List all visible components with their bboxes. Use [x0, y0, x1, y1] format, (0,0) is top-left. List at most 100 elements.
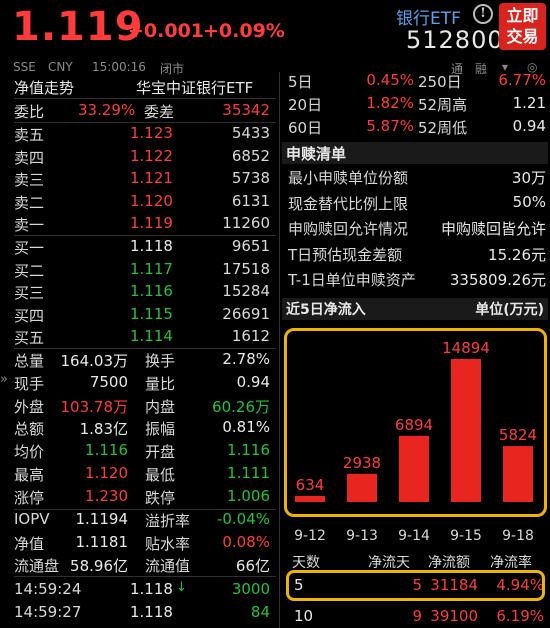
order-book-row[interactable]: 买二 1.117 17518 — [14, 259, 276, 281]
subscribe-label: 现金替代比例上限 — [288, 194, 409, 213]
subscribe-row: T-1日单位申赎资产 335809.26元 — [288, 268, 546, 290]
divider — [14, 98, 276, 99]
stat-value: 1.116 — [227, 441, 270, 460]
order-book-row[interactable]: 买三 1.116 15284 — [14, 281, 276, 303]
level-volume: 6131 — [231, 191, 270, 210]
x-tick-label: 9-18 — [502, 528, 534, 544]
col-days: 天数 — [292, 555, 320, 571]
nav-trend-tab[interactable]: 净值走势 — [14, 77, 74, 98]
stat-value: 1.230 — [85, 486, 128, 505]
stat-label: 跌停 — [145, 488, 176, 507]
stat-row: 均价 1.116 开盘 1.116 — [14, 440, 276, 462]
level-label: 卖一 — [14, 216, 45, 235]
level-price: 1.117 — [130, 259, 173, 278]
x-tick-label: 9-15 — [450, 528, 482, 544]
stat-value: 0.81% — [222, 418, 270, 437]
inflow-bar[interactable] — [451, 359, 481, 502]
order-book-row[interactable]: 卖二 1.120 6131 — [14, 191, 276, 213]
level-volume: 5433 — [231, 124, 270, 142]
subscribe-row: 最小申赎单位份额 30万 — [288, 166, 546, 188]
level-price: 1.123 — [130, 124, 173, 142]
perf-value: 0.94 — [512, 117, 546, 135]
subscribe-value: 申购赎回皆允许 — [440, 220, 546, 239]
trade-button-line1: 立即 — [506, 6, 539, 25]
inflow-bar[interactable] — [503, 446, 533, 502]
stat-label: 振幅 — [145, 420, 176, 439]
tick-row: 14:59:24 1.118 ↓ 3000 — [14, 579, 276, 601]
stat-label: 贴水率 — [145, 534, 191, 553]
order-book-row[interactable]: 卖三 1.121 5738 — [14, 168, 276, 190]
stat-value: 0.08% — [222, 532, 270, 551]
subscribe-label: T-1日单位申赎资产 — [288, 271, 416, 290]
info-icon[interactable]: ! — [473, 4, 493, 24]
stat-value: 1.1194 — [75, 510, 129, 528]
inflow-data-label: 634 — [296, 476, 325, 494]
flow-table-row[interactable]: 10 9 39100 6.19% — [282, 606, 548, 628]
order-book-row[interactable]: 买五 1.114 1612 — [14, 326, 276, 348]
trade-button-line2: 交易 — [506, 27, 539, 46]
panel-divider — [279, 72, 280, 628]
stat-label: 最高 — [14, 466, 45, 484]
stat-row: IOPV 1.1194 溢折率 -0.04% — [14, 509, 276, 531]
level-volume: 5738 — [231, 169, 270, 188]
stat-label: 最低 — [145, 466, 176, 484]
order-book-row[interactable]: 卖一 1.119 11260 — [14, 213, 276, 235]
perf-label: 5日 — [288, 73, 313, 91]
inflow-bar[interactable] — [347, 473, 377, 502]
tick-time: 14:59:24 — [14, 580, 82, 598]
level-volume: 17518 — [222, 259, 270, 278]
subscribe-value: 50% — [512, 192, 546, 211]
stat-value: 66亿 — [235, 557, 270, 575]
level-price: 1.116 — [130, 282, 173, 301]
inflow-data-label: 14894 — [442, 339, 490, 357]
stat-value: 1.83亿 — [79, 420, 128, 439]
stat-value: 60.26万 — [212, 397, 270, 416]
order-book-row[interactable]: 卖四 1.122 6852 — [14, 146, 276, 168]
stat-value: 103.78万 — [60, 397, 129, 416]
security-code: 512800 — [406, 26, 504, 54]
stat-value: 2.78% — [222, 350, 270, 368]
trade-now-button[interactable]: 立即 交易 — [499, 3, 546, 50]
subscribe-label: T日预估现金差额 — [288, 245, 403, 264]
stat-value: 164.03万 — [60, 352, 129, 370]
stat-value: 0.94 — [236, 372, 270, 391]
inflow-bar[interactable] — [295, 495, 325, 502]
stat-row: 总额 1.83亿 振幅 0.81% — [14, 417, 276, 439]
order-book-row[interactable]: 买一 1.118 9651 — [14, 236, 276, 258]
level-price: 1.122 — [130, 146, 173, 165]
level-volume: 26691 — [222, 304, 270, 323]
inflow-bar[interactable] — [399, 435, 429, 502]
order-book-row[interactable]: 卖五 1.123 5433 — [14, 123, 276, 145]
stat-label: 流通值 — [145, 557, 191, 575]
stat-label: 涨停 — [14, 488, 45, 507]
exchange-label: SSE — [13, 60, 36, 74]
perf-label: 52周低 — [418, 119, 468, 137]
price-change-pct: +0.09% — [203, 20, 285, 42]
stat-row: 外盘 103.78万 内盘 60.26万 — [14, 395, 276, 417]
perf-label: 250日 — [418, 73, 462, 91]
stat-value: 1.116 — [85, 441, 128, 460]
flow-unit: 单位(万元) — [475, 302, 544, 318]
order-book-row[interactable]: 买四 1.115 26691 — [14, 304, 276, 326]
stat-label: IOPV — [14, 510, 50, 528]
tick-price: 1.118 — [130, 602, 173, 621]
level-price: 1.118 — [130, 237, 173, 255]
level-volume: 15284 — [222, 282, 270, 301]
down-arrow-icon: ↓ — [176, 580, 187, 595]
stat-label: 现手 — [14, 374, 45, 393]
tick-time: 14:59:27 — [14, 602, 82, 621]
last-price: 1.119 — [12, 4, 144, 50]
inflow-data-label: 5824 — [499, 426, 537, 444]
market-status: 闭市 — [160, 62, 185, 76]
net-inflow-chart: 634 9-12 2938 9-13 6894 9-14 14894 9-15 5824 9-18 — [294, 339, 537, 544]
col-flow-rate: 净流率 — [490, 555, 532, 571]
flow-title: 近5日净流入 — [286, 302, 366, 318]
perf-row: 5日 0.45% 250日 6.77% — [288, 70, 546, 92]
perf-label: 20日 — [288, 96, 323, 114]
level-volume: 1612 — [231, 327, 270, 346]
expand-arrow-icon[interactable]: » — [0, 372, 8, 387]
stat-label: 总量 — [14, 352, 45, 370]
stat-label: 换手 — [145, 352, 176, 370]
subscribe-row: T日预估现金差额 15.26元 — [288, 243, 546, 265]
stat-row: 最高 1.120 最低 1.111 — [14, 463, 276, 485]
